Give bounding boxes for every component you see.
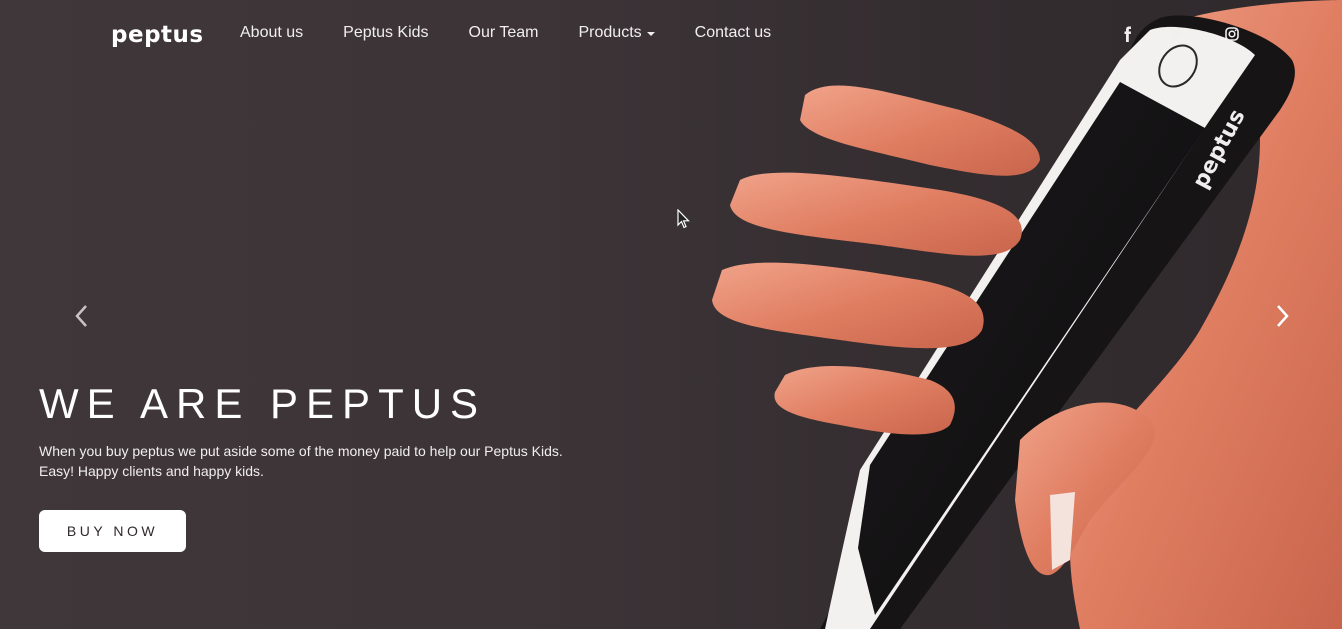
brand-logo[interactable]: peptus (111, 22, 204, 48)
caret-down-icon (646, 32, 655, 36)
hero-description-line-1: When you buy peptus we put aside some of… (39, 443, 563, 459)
nav-links: About us Peptus Kids Our Team Products C… (240, 24, 811, 42)
hero-headline: WE ARE PEPTUS (39, 380, 487, 427)
nav-products-dropdown[interactable]: Products (579, 24, 655, 42)
twitter-icon[interactable] (1170, 26, 1186, 42)
nav-peptus-kids[interactable]: Peptus Kids (343, 24, 428, 42)
chevron-left-icon[interactable] (70, 302, 94, 330)
nav-about-us[interactable]: About us (240, 24, 303, 42)
hero-image: peptus (712, 0, 1342, 629)
nav-our-team[interactable]: Our Team (469, 24, 539, 42)
hero-description: When you buy peptus we put aside some of… (39, 441, 599, 481)
facebook-icon[interactable] (1120, 26, 1136, 42)
chevron-right-icon[interactable] (1270, 302, 1294, 330)
mouse-cursor-icon (677, 209, 690, 229)
instagram-icon[interactable] (1224, 26, 1240, 42)
hero-section: peptus peptus About us Peptus Kids Our T… (0, 0, 1342, 629)
main-navbar: peptus About us Peptus Kids Our Team Pro… (0, 0, 1342, 70)
nav-products-label: Products (578, 24, 642, 41)
buy-now-button[interactable]: BUY NOW (39, 510, 186, 552)
hero-description-line-2: Easy! Happy clients and happy kids. (39, 463, 264, 479)
nav-contact-us[interactable]: Contact us (695, 24, 771, 42)
